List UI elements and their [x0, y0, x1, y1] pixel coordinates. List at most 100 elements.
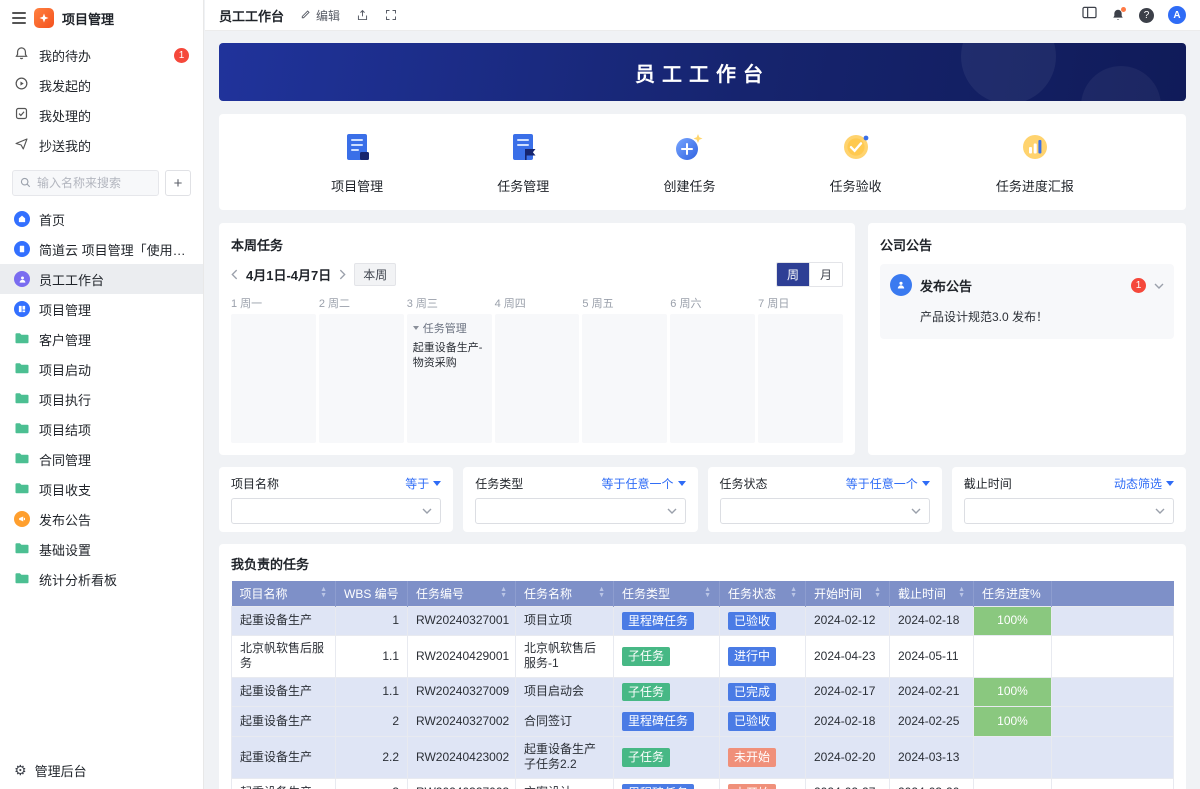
filter-operator[interactable]: 等于 [405, 475, 441, 492]
sidebar-item-project-start[interactable]: 项目启动 [0, 354, 203, 384]
chevron-right-icon[interactable] [339, 269, 346, 280]
sidebar-item-home[interactable]: 首页 [0, 204, 203, 234]
user-avatar[interactable]: A [1168, 6, 1186, 24]
sidebar-item-customer-management[interactable]: 客户管理 [0, 324, 203, 354]
help-icon[interactable]: ? [1139, 8, 1154, 23]
sidebar-item-employee-workbench[interactable]: 员工工作台 [0, 264, 203, 294]
search-input[interactable] [12, 170, 159, 196]
quick-action-project-management[interactable]: 项目管理 [331, 130, 383, 195]
cell-start-date: 2024-04-23 [806, 635, 890, 677]
toggle-week[interactable]: 周 [777, 263, 809, 286]
table-row[interactable]: 北京帆软售后服务 1.1 RW20240429001 北京帆软售后服务-1 子任… [232, 635, 1174, 677]
day-column-sunday[interactable] [758, 314, 843, 443]
cell-extra [1052, 635, 1174, 677]
cell-start-date: 2024-02-27 [806, 779, 890, 789]
cell-extra [1052, 678, 1174, 707]
cell-progress [974, 779, 1052, 789]
quick-action-create-task[interactable]: 创建任务 [663, 130, 715, 195]
task-type-badge: 里程碑任务 [622, 712, 694, 730]
filter-task-type: 任务类型 等于任意一个 [463, 467, 697, 532]
sidebar-item-initiated-by-me[interactable]: 我发起的 [0, 70, 203, 100]
this-week-button[interactable]: 本周 [354, 263, 396, 286]
hamburger-menu-icon[interactable] [12, 12, 26, 24]
column-header-start-date[interactable]: 开始时间▲▼ [806, 581, 890, 606]
day-column-monday[interactable] [231, 314, 316, 443]
person-icon [14, 271, 30, 287]
filter-operator[interactable]: 等于任意一个 [846, 475, 930, 492]
share-icon[interactable] [356, 9, 369, 22]
task-type-badge: 里程碑任务 [622, 612, 694, 630]
cell-extra [1052, 736, 1174, 778]
task-status-badge: 未开始 [728, 784, 776, 789]
column-header-end-date[interactable]: 截止时间▲▼ [890, 581, 974, 606]
announcement-item[interactable]: 发布公告 1 [890, 274, 1164, 296]
sidebar-item-project-finance[interactable]: 项目收支 [0, 474, 203, 504]
notifications-bell-icon[interactable] [1111, 8, 1125, 22]
cell-task-name: 合同签订 [516, 707, 614, 736]
day-column-friday[interactable] [582, 314, 667, 443]
fullscreen-icon[interactable] [385, 9, 397, 21]
sidebar-item-project-closure[interactable]: 项目结项 [0, 414, 203, 444]
day-column-thursday[interactable] [495, 314, 580, 443]
quick-action-task-progress-report[interactable]: 任务进度汇报 [996, 130, 1074, 195]
tasks-table: 项目名称▲▼ WBS 编号▲▲▼ 任务编号▲▼ 任务名称▲▼ 任务类型▲▼ 任务… [231, 581, 1174, 789]
sidebar-item-analytics-dashboard[interactable]: 统计分析看板 [0, 564, 203, 594]
column-header-project[interactable]: 项目名称▲▼ [232, 581, 336, 606]
cell-task-code: RW20240429001 [408, 635, 516, 677]
caret-down-icon [678, 481, 686, 486]
sidebar-item-cc-to-me[interactable]: 抄送我的 [0, 130, 203, 160]
cell-task-code: RW20240327003 [408, 779, 516, 789]
edit-button[interactable]: 编辑 [300, 7, 340, 24]
my-tasks-card: 我负责的任务 项目名称▲▼ WBS 编号▲▲▼ 任务编号▲▼ 任务名称▲▼ 任务… [219, 544, 1186, 789]
column-header-progress[interactable]: 任务进度%▲▼ [974, 581, 1052, 606]
chevron-left-icon[interactable] [231, 269, 238, 280]
column-header-task-name[interactable]: 任务名称▲▼ [516, 581, 614, 606]
calendar-event[interactable]: 起重设备生产-物资采购 [413, 341, 486, 371]
create-task-icon [672, 130, 706, 169]
add-button[interactable]: + [165, 170, 191, 196]
sidebar-item-publish-announcement[interactable]: 发布公告 [0, 504, 203, 534]
app-logo-icon[interactable] [34, 8, 54, 28]
quick-action-task-management[interactable]: 任务管理 [497, 130, 549, 195]
filter-operator[interactable]: 等于任意一个 [601, 475, 685, 492]
admin-console-link[interactable]: ⚙ 管理后台 [0, 751, 203, 789]
sidebar-menu: 我的待办 1 我发起的 我处理的 抄送我的 [0, 34, 203, 162]
column-header-task-code[interactable]: 任务编号▲▼ [408, 581, 516, 606]
toggle-month[interactable]: 月 [809, 263, 842, 286]
day-column-tuesday[interactable] [319, 314, 404, 443]
chevron-down-icon[interactable] [1154, 276, 1164, 294]
bell-icon [14, 46, 29, 64]
event-group[interactable]: 任务管理 [413, 320, 486, 336]
filter-select[interactable] [720, 498, 930, 524]
filter-operator[interactable]: 动态筛选 [1114, 475, 1174, 492]
table-row[interactable]: 起重设备生产 2.2 RW20240423002 起重设备生产子任务2.2 子任… [232, 736, 1174, 778]
task-acceptance-icon [839, 130, 873, 169]
sidebar-item-basic-settings[interactable]: 基础设置 [0, 534, 203, 564]
sidebar-item-project-management[interactable]: 项目管理 [0, 294, 203, 324]
play-circle-icon [14, 76, 29, 94]
sidebar-item-project-execution[interactable]: 项目执行 [0, 384, 203, 414]
filter-select[interactable] [964, 498, 1174, 524]
sidebar-toggle-icon[interactable] [1082, 6, 1097, 24]
filter-select[interactable] [475, 498, 685, 524]
gear-icon: ⚙ [14, 763, 27, 777]
table-row[interactable]: 起重设备生产 2 RW20240327002 合同签订 里程碑任务 已验收 20… [232, 707, 1174, 736]
column-header-wbs[interactable]: WBS 编号▲▲▼ [336, 581, 408, 606]
table-row[interactable]: 起重设备生产 1 RW20240327001 项目立项 里程碑任务 已验收 20… [232, 606, 1174, 635]
table-row[interactable]: 起重设备生产 1.1 RW20240327009 项目启动会 子任务 已完成 2… [232, 678, 1174, 707]
day-column-wednesday[interactable]: 任务管理 起重设备生产-物资采购 [407, 314, 492, 443]
sidebar-item-label: 我的待办 [39, 46, 91, 65]
table-row[interactable]: 起重设备生产 3 RW20240327003 方案设计 里程碑任务 未开始 20… [232, 779, 1174, 789]
column-header-task-type[interactable]: 任务类型▲▼ [614, 581, 720, 606]
filter-bar: 项目名称 等于 任务类型 等于任意一个 任务状态 等于任意一个 [219, 467, 1186, 532]
column-header-task-status[interactable]: 任务状态▲▼ [720, 581, 806, 606]
sidebar-item-processed-by-me[interactable]: 我处理的 [0, 100, 203, 130]
sidebar-item-user-guide[interactable]: 简道云 项目管理「使用说明」 [0, 234, 203, 264]
quick-actions: 项目管理 任务管理 创建任务 任务验收 任务进度汇报 [219, 114, 1186, 210]
quick-action-task-acceptance[interactable]: 任务验收 [830, 130, 882, 195]
cell-task-name: 方案设计 [516, 779, 614, 789]
filter-select[interactable] [231, 498, 441, 524]
day-column-saturday[interactable] [670, 314, 755, 443]
sidebar-item-contract-management[interactable]: 合同管理 [0, 444, 203, 474]
sidebar-item-my-todos[interactable]: 我的待办 1 [0, 40, 203, 70]
